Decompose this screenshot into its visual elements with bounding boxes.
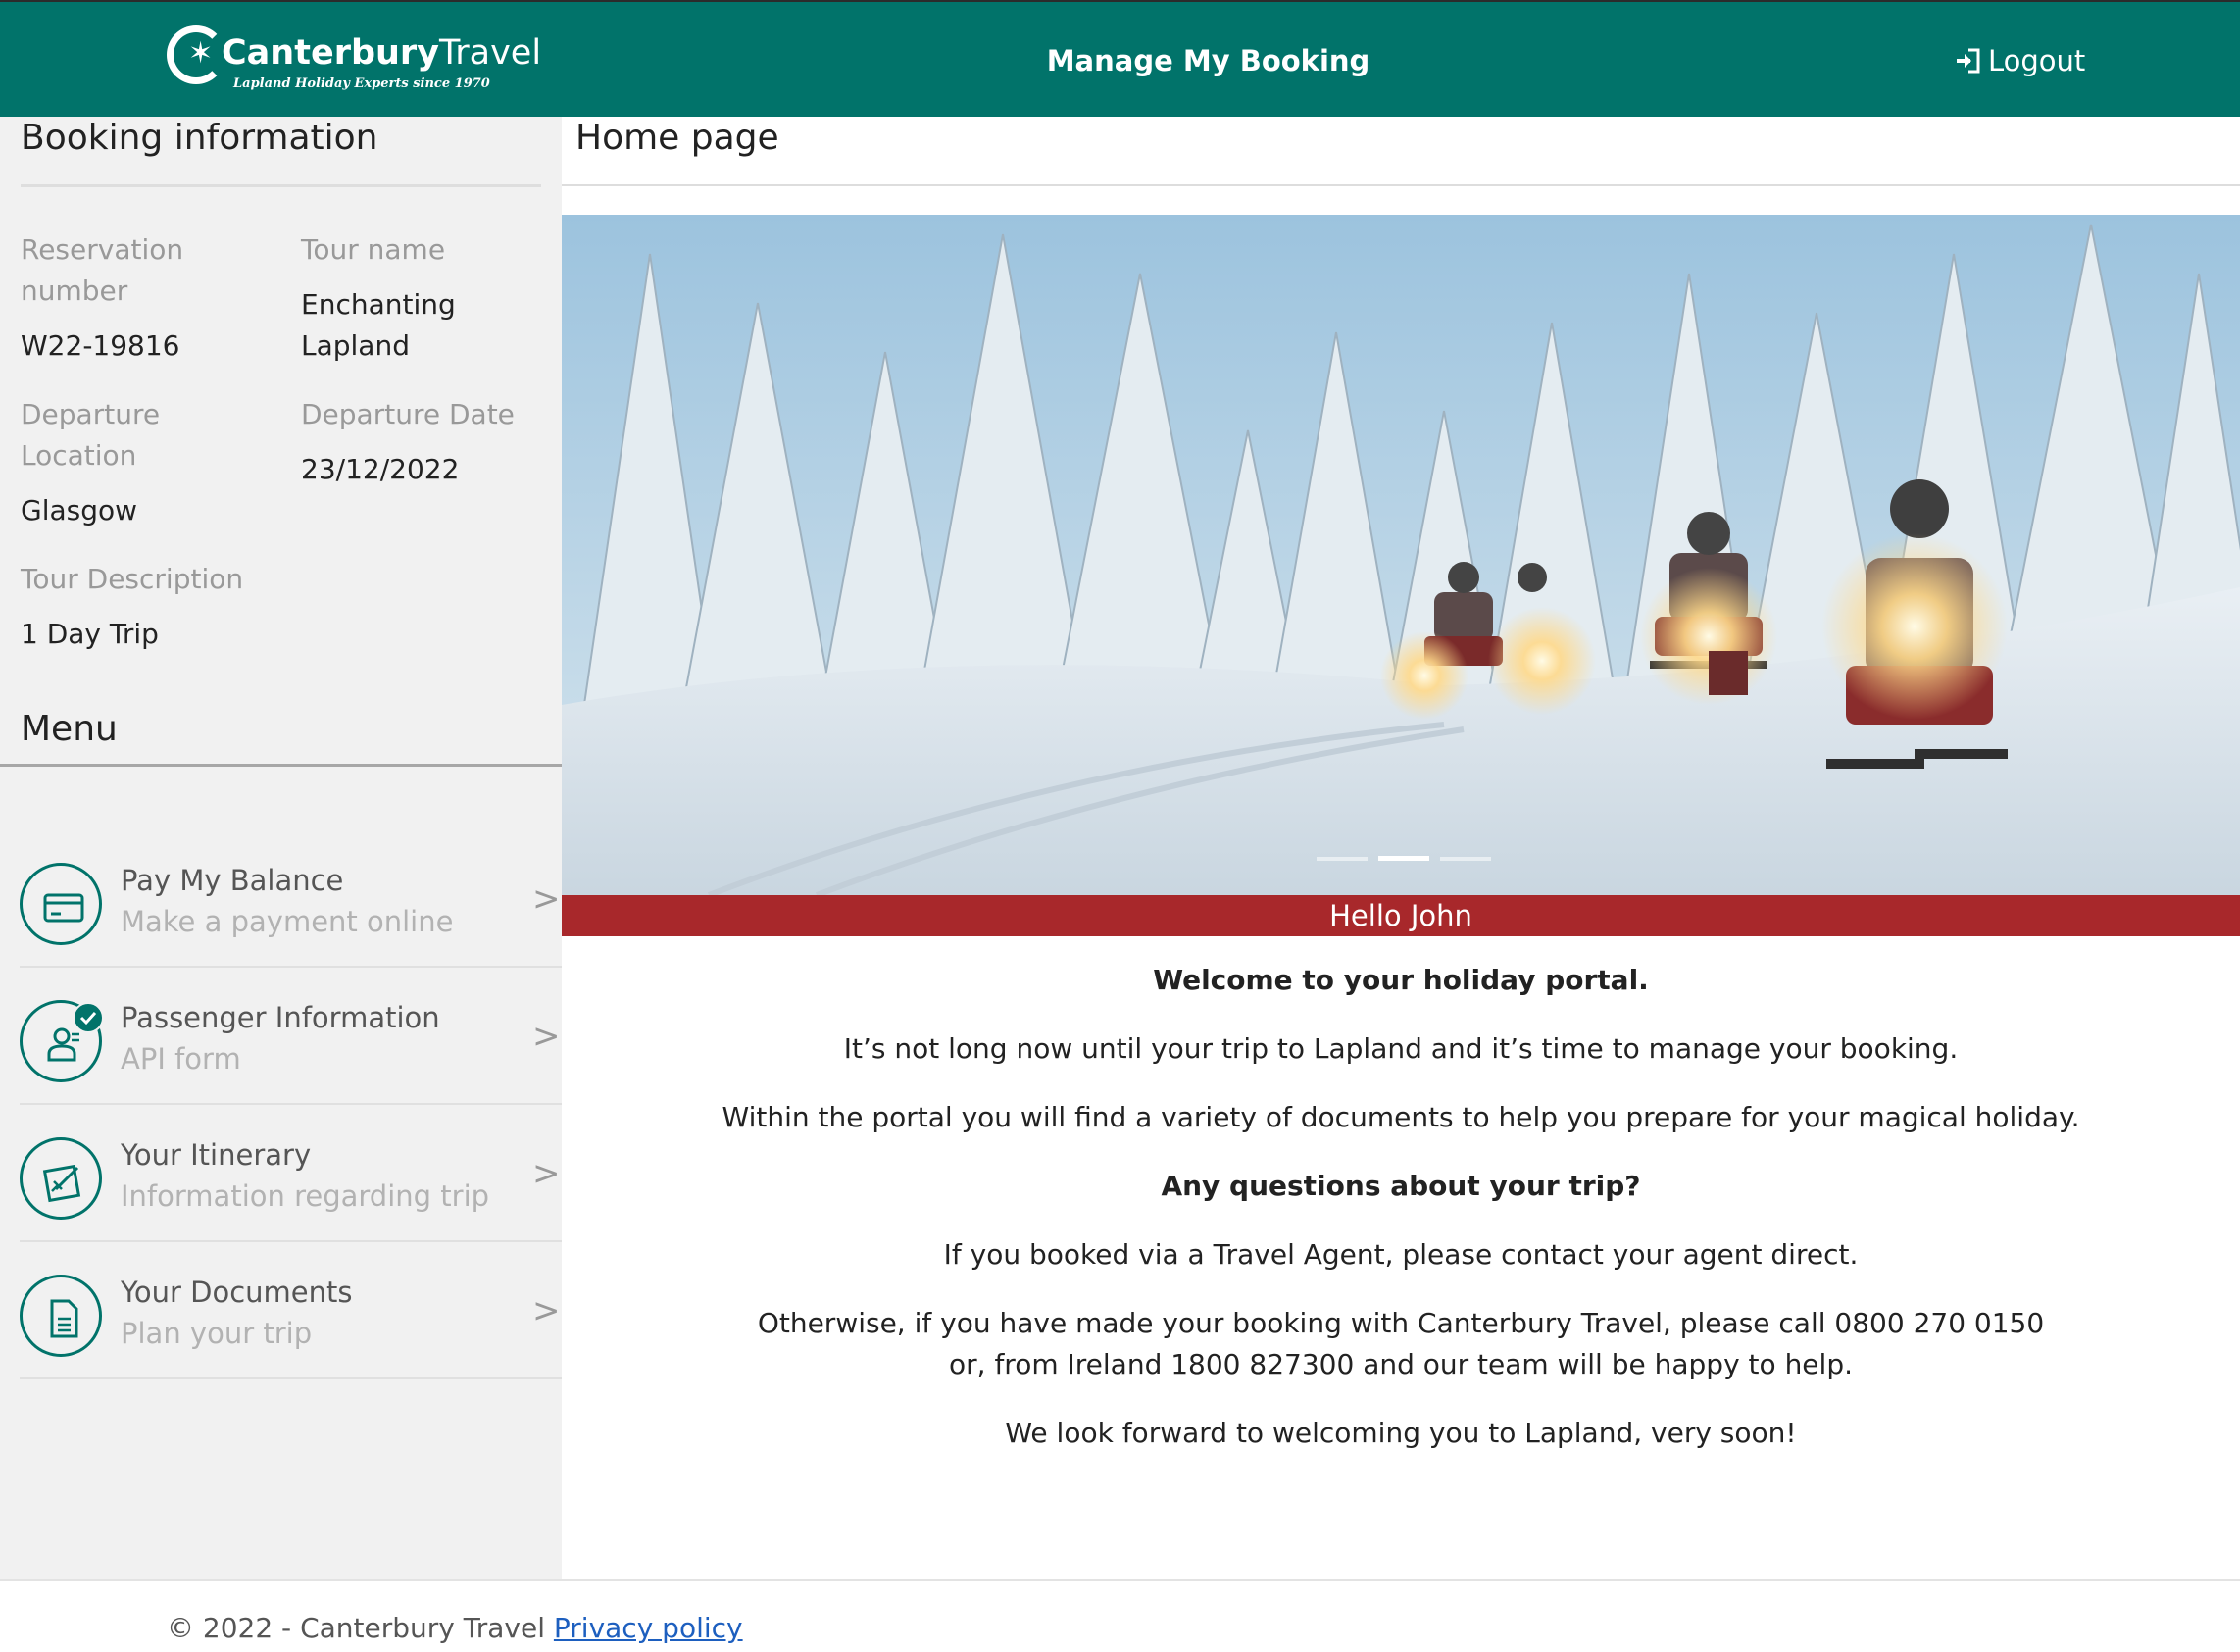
menu-item-title: Passenger Information xyxy=(121,1001,440,1034)
agent-text: If you booked via a Travel Agent, please… xyxy=(943,1238,1859,1271)
menu-item-subtitle: Plan your trip xyxy=(121,1317,313,1350)
questions-heading: Any questions about your trip? xyxy=(1161,1170,1641,1202)
chevron-right-icon: > xyxy=(532,1017,561,1056)
nav-title[interactable]: Manage My Booking xyxy=(980,41,1436,80)
logo-name-thin: Travel xyxy=(439,33,542,73)
copyright-text: © 2022 - Canterbury Travel xyxy=(167,1612,545,1644)
document-icon xyxy=(50,1299,78,1338)
credit-card-icon xyxy=(43,893,84,923)
greeting-banner: Hello John xyxy=(562,895,2240,936)
menu-separator xyxy=(20,1377,562,1379)
departure-date-value: 23/12/2022 xyxy=(301,453,460,485)
hero-carousel[interactable] xyxy=(562,215,2240,895)
welcome-heading: Welcome to your holiday portal. xyxy=(1153,964,1649,996)
menu-item-subtitle: API form xyxy=(121,1042,241,1076)
contact-text-line2: or, from Ireland 1800 827300 and our tea… xyxy=(949,1348,1853,1380)
logout-label: Logout xyxy=(1988,44,2086,77)
contact-text-line1: Otherwise, if you have made your booking… xyxy=(757,1307,2045,1339)
check-badge-icon xyxy=(73,1002,104,1033)
reservation-value: W22-19816 xyxy=(21,329,180,362)
booking-info-divider xyxy=(21,184,541,187)
menu-item-title: Your Itinerary xyxy=(121,1138,312,1172)
privacy-policy-link[interactable]: Privacy policy xyxy=(554,1612,743,1644)
carousel-dot[interactable] xyxy=(1440,857,1491,861)
carousel-dot-active[interactable] xyxy=(1378,856,1429,861)
carousel-indicators xyxy=(1317,846,1502,865)
menu-heading: Menu xyxy=(21,709,118,749)
sidebar: Booking information Reservation number W… xyxy=(0,117,562,1579)
logo-tagline: Lapland Holiday Experts since 1970 xyxy=(233,76,490,91)
menu-item-documents[interactable]: Your Documents Plan your trip > xyxy=(0,1242,562,1379)
main-content: Home page Hello John Welcome to your hol… xyxy=(562,117,2240,1579)
logo-name: Canterbury xyxy=(222,33,439,73)
snowmobile-forest-image xyxy=(562,215,2240,895)
page-title-divider xyxy=(562,184,2240,186)
tour-name-value: Enchanting Lapland xyxy=(301,288,456,362)
menu-item-subtitle: Information regarding trip xyxy=(121,1179,490,1213)
reservation-label: Reservation number xyxy=(21,233,184,307)
intro-text: It’s not long now until your trip to Lap… xyxy=(843,1032,1959,1065)
menu-divider xyxy=(0,764,562,767)
menu-item-itinerary[interactable]: Your Itinerary Information regarding tri… xyxy=(0,1105,562,1242)
menu-item-title: Your Documents xyxy=(121,1276,353,1309)
tour-description-value: 1 Day Trip xyxy=(21,618,159,650)
menu-item-passenger-information[interactable]: Passenger Information API form > xyxy=(0,968,562,1105)
chevron-right-icon: > xyxy=(532,879,561,919)
tour-name-label: Tour name xyxy=(301,233,446,266)
logout-button[interactable]: Logout xyxy=(1955,41,2085,80)
itinerary-icon xyxy=(42,1164,81,1203)
footer: © 2022 - Canterbury Travel Privacy polic… xyxy=(0,1579,2240,1652)
departure-date-label: Departure Date xyxy=(301,398,515,430)
menu-item-pay-balance[interactable]: Pay My Balance Make a payment online > xyxy=(0,830,562,968)
logo-star-icon: ✶ xyxy=(188,36,214,71)
canterbury-travel-logo[interactable]: ✶ CanterburyTravel Lapland Holiday Exper… xyxy=(167,24,541,98)
page-title: Home page xyxy=(575,118,779,158)
chevron-right-icon: > xyxy=(532,1154,561,1193)
top-nav-bar: ✶ CanterburyTravel Lapland Holiday Exper… xyxy=(0,0,2240,117)
logout-icon xyxy=(1957,48,1980,74)
booking-info-heading: Booking information xyxy=(21,118,378,158)
tour-description-label: Tour Description xyxy=(21,563,244,595)
portal-text: Within the portal you will find a variet… xyxy=(722,1101,2080,1133)
closing-text: We look forward to welcoming you to Lapl… xyxy=(1005,1417,1797,1449)
departure-location-value: Glasgow xyxy=(21,494,138,526)
menu-item-subtitle: Make a payment online xyxy=(121,905,454,938)
carousel-dot[interactable] xyxy=(1317,857,1368,861)
departure-location-label: Departure Location xyxy=(21,398,161,472)
menu-item-title: Pay My Balance xyxy=(121,864,344,897)
chevron-right-icon: > xyxy=(532,1291,561,1330)
